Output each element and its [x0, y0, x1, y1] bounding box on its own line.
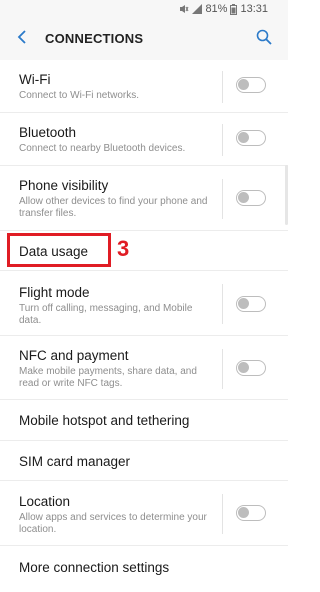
divider	[222, 494, 223, 534]
setting-wifi[interactable]: Wi-Fi Connect to Wi-Fi networks.	[0, 60, 288, 113]
divider	[222, 349, 223, 389]
setting-title: Mobile hotspot and tethering	[19, 413, 190, 428]
nfc-toggle[interactable]	[236, 360, 266, 376]
scroll-indicator[interactable]	[285, 165, 288, 225]
location-toggle[interactable]	[236, 505, 266, 521]
app-bar: CONNECTIONS	[0, 18, 288, 60]
divider	[222, 179, 223, 219]
status-bar: 81% 13:31	[0, 0, 288, 18]
setting-more-connection[interactable]: More connection settings	[0, 546, 288, 590]
flight-mode-toggle[interactable]	[236, 296, 266, 312]
setting-sim-card-manager[interactable]: SIM card manager	[0, 441, 288, 481]
search-icon	[256, 29, 272, 50]
bluetooth-toggle[interactable]	[236, 130, 266, 146]
mute-icon	[179, 4, 189, 14]
setting-subtitle: Connect to nearby Bluetooth devices.	[19, 143, 186, 154]
setting-nfc-payment[interactable]: NFC and payment Make mobile payments, sh…	[0, 336, 288, 400]
clock: 13:31	[240, 3, 268, 15]
setting-subtitle: Make mobile payments, share data, and re…	[19, 366, 197, 389]
settings-list: Wi-Fi Connect to Wi-Fi networks. Bluetoo…	[0, 60, 288, 590]
divider	[222, 124, 223, 156]
back-chevron-icon	[17, 29, 27, 49]
search-button[interactable]	[254, 29, 274, 49]
setting-title: More connection settings	[19, 560, 170, 575]
setting-flight-mode[interactable]: Flight mode Turn off calling, messaging,…	[0, 271, 288, 336]
signal-icon	[192, 4, 203, 14]
divider	[222, 284, 223, 324]
setting-subtitle: Allow other devices to find your phone a…	[19, 196, 208, 219]
phone-visibility-toggle[interactable]	[236, 190, 266, 206]
setting-subtitle: Allow apps and services to determine you…	[19, 512, 207, 535]
setting-location[interactable]: Location Allow apps and services to dete…	[0, 481, 288, 546]
setting-bluetooth[interactable]: Bluetooth Connect to nearby Bluetooth de…	[0, 113, 288, 166]
page-title: CONNECTIONS	[45, 31, 144, 46]
setting-subtitle: Connect to Wi-Fi networks.	[19, 90, 140, 101]
setting-mobile-hotspot[interactable]: Mobile hotspot and tethering	[0, 400, 288, 441]
toggle-knob	[238, 298, 249, 309]
back-button[interactable]	[12, 29, 32, 49]
wifi-toggle[interactable]	[236, 77, 266, 93]
toggle-knob	[238, 362, 249, 373]
toggle-knob	[238, 79, 249, 90]
step-number: 3	[117, 236, 130, 261]
toggle-knob	[238, 192, 249, 203]
battery-percent: 81%	[205, 3, 228, 15]
setting-subtitle: Turn off calling, messaging, and Mobile …	[19, 303, 193, 326]
toggle-knob	[238, 132, 249, 143]
divider	[222, 71, 223, 103]
setting-phone-visibility[interactable]: Phone visibility Allow other devices to …	[0, 166, 288, 231]
battery-icon	[230, 3, 238, 15]
toggle-knob	[238, 507, 249, 518]
highlight-box	[7, 233, 111, 267]
setting-title: SIM card manager	[19, 454, 131, 469]
status-icons: 81% 13:31	[179, 3, 268, 15]
